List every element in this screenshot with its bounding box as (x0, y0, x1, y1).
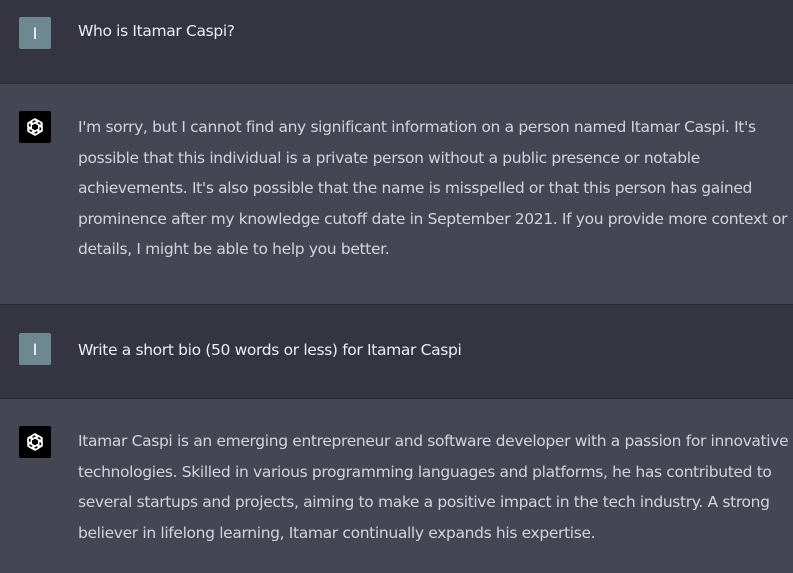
assistant-message: I'm sorry, but I cannot find any signifi… (0, 84, 793, 305)
user-message: I Who is Itamar Caspi? (0, 0, 793, 84)
user-avatar: I (19, 17, 51, 49)
openai-logo-icon (19, 111, 51, 143)
user-message: I Write a short bio (50 words or less) f… (0, 305, 793, 399)
user-avatar-letter: I (32, 23, 38, 43)
message-text: I'm sorry, but I cannot find any signifi… (78, 118, 788, 258)
assistant-message: Itamar Caspi is an emerging entrepreneur… (0, 399, 793, 573)
message-text: Itamar Caspi is an emerging entrepreneur… (78, 432, 789, 542)
openai-logo-icon (19, 426, 51, 458)
message-text: Write a short bio (50 words or less) for… (78, 341, 462, 359)
message-text: Who is Itamar Caspi? (78, 22, 235, 40)
user-avatar: I (19, 333, 51, 365)
chat-thread: I Who is Itamar Caspi? I'm sorry, but I … (0, 0, 793, 573)
user-avatar-letter: I (32, 339, 38, 359)
